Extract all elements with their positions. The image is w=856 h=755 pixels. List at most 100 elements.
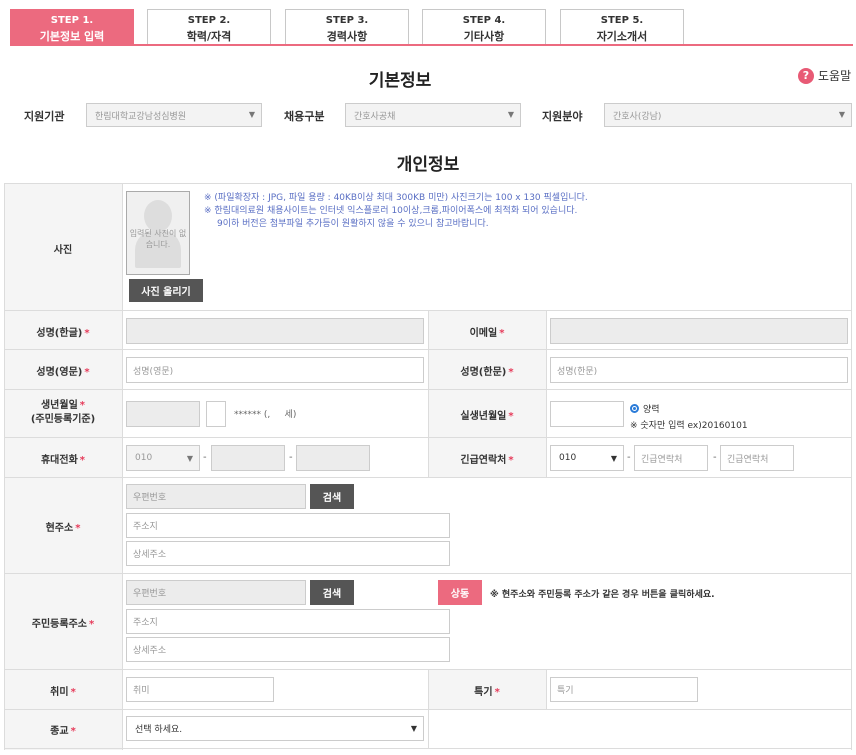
reg-addr-search-button[interactable]: 검색	[310, 580, 354, 605]
tab-step-number: STEP 5.	[600, 15, 644, 26]
same-address-button[interactable]: 상동	[438, 580, 482, 605]
birth-mask-text: ****** (, 세)	[234, 410, 297, 420]
tab-step-3[interactable]: STEP 3. 경력사항	[285, 9, 409, 45]
chevron-down-icon: ▼	[507, 110, 514, 119]
birth-label: 생년월일 * (주민등록기준)	[30, 400, 96, 425]
same-address-note: ※ 현주소와 주민등록 주소가 같은 경우 버튼을 클릭하세요.	[490, 590, 715, 600]
chevron-down-icon: ▼	[248, 110, 255, 119]
tab-label: 기본정보 입력	[39, 30, 105, 43]
tab-underline	[10, 44, 853, 46]
org-label: 지원기관	[24, 110, 65, 123]
field-select[interactable]: 간호사(강남) ▼	[604, 103, 852, 127]
tab-step-number: STEP 3.	[325, 15, 369, 26]
mobile-label: 휴대전화 *	[40, 455, 86, 466]
tab-step-number: STEP 4.	[462, 15, 506, 26]
birth-back-field[interactable]	[206, 401, 226, 427]
mobile-prefix-value: 010	[135, 453, 153, 463]
chevron-down-icon: ▼	[410, 724, 417, 733]
addr-search-button[interactable]: 검색	[310, 484, 354, 509]
upload-photo-button[interactable]: 사진 올리기	[129, 279, 203, 302]
tab-step-2[interactable]: STEP 2. 학력/자격	[147, 9, 271, 45]
emergency-last-field[interactable]: 긴급연락처	[720, 445, 794, 471]
help-link[interactable]: ? 도움말	[798, 67, 851, 84]
reg-addr2-field[interactable]: 상세주소	[126, 637, 450, 662]
tab-label: 경력사항	[326, 30, 368, 43]
chevron-down-icon: ▼	[610, 454, 617, 463]
name-kr-label: 성명(한글) *	[36, 328, 90, 339]
tab-label: 학력/자격	[186, 30, 232, 43]
reg-addr1-field[interactable]: 주소지	[126, 609, 450, 634]
table-border	[4, 573, 852, 574]
table-border	[4, 183, 852, 184]
solar-radio[interactable]	[630, 404, 639, 413]
email-label: 이메일 *	[469, 328, 505, 339]
hire-select[interactable]: 간호사공채 ▼	[345, 103, 521, 127]
photo-preview: 입력된 사진이 없습니다.	[126, 191, 190, 275]
photo-note-3: 9이하 버전은 첨부파일 추가등이 원활하지 않을 수 있으니 참고바랍니다.	[217, 219, 489, 229]
dash: -	[203, 452, 207, 463]
mobile-mid-field[interactable]	[211, 445, 285, 471]
mobile-prefix-select[interactable]: 010 ▼	[126, 445, 200, 471]
org-select-value: 한림대학교강남성심병원	[95, 111, 187, 122]
hire-select-value: 간호사공채	[354, 111, 396, 122]
field-select-value: 간호사(강남)	[613, 111, 662, 122]
table-border	[4, 183, 5, 750]
personal-info-title: 개인정보	[396, 155, 460, 175]
table-border	[546, 310, 547, 478]
hobby-field[interactable]: 취미	[126, 677, 274, 702]
religion-label: 종교 *	[50, 726, 76, 737]
emergency-prefix-select[interactable]: 010 ▼	[550, 445, 624, 471]
question-icon: ?	[798, 67, 814, 84]
tab-step-number: STEP 2.	[187, 15, 231, 26]
table-border	[546, 669, 547, 709]
photo-label: 사진	[53, 245, 73, 256]
emergency-mid-field[interactable]: 긴급연락처	[634, 445, 708, 471]
name-cn-field[interactable]: 성명(한문)	[550, 357, 848, 383]
emergency-prefix-value: 010	[559, 453, 577, 463]
basic-info-title: 기본정보	[368, 71, 432, 91]
table-border	[122, 183, 123, 750]
birth-hint: ※ 숫자만 입력 ex)20160101	[630, 421, 748, 431]
name-cn-label: 성명(한문) *	[460, 367, 514, 378]
reg-zip-field[interactable]: 우편번호	[126, 580, 306, 605]
org-select[interactable]: 한림대학교강남성심병원 ▼	[86, 103, 262, 127]
tab-label: 기타사항	[463, 30, 505, 43]
photo-placeholder: 입력된 사진이 없습니다.	[129, 229, 187, 249]
addr1-field[interactable]: 주소지	[126, 513, 450, 538]
field-label: 지원분야	[542, 110, 583, 123]
religion-select-value: 선택 하세요.	[135, 725, 183, 735]
table-border	[428, 669, 429, 749]
mobile-last-field[interactable]	[296, 445, 370, 471]
name-en-label: 성명(영문) *	[36, 367, 90, 378]
skill-label: 특기 *	[474, 687, 500, 698]
dash: -	[713, 452, 717, 463]
real-birth-field[interactable]	[550, 401, 624, 427]
real-birth-label: 실생년월일 *	[460, 411, 514, 422]
name-en-field[interactable]: 성명(영문)	[126, 357, 424, 383]
dash: -	[289, 452, 293, 463]
skill-field[interactable]: 특기	[550, 677, 698, 702]
dash: -	[627, 452, 631, 463]
religion-select[interactable]: 선택 하세요. ▼	[126, 716, 424, 741]
addr-label: 현주소 *	[45, 523, 81, 534]
tab-step-1[interactable]: STEP 1. 기본정보 입력	[10, 9, 134, 45]
tab-step-number: STEP 1.	[50, 15, 94, 26]
tab-step-5[interactable]: STEP 5. 자기소개서	[560, 9, 684, 45]
hobby-label: 취미 *	[50, 687, 76, 698]
chevron-down-icon: ▼	[838, 110, 845, 119]
solar-radio-label: 양력	[643, 405, 660, 415]
table-border	[851, 183, 852, 750]
help-label: 도움말	[818, 69, 852, 83]
hire-label: 채용구분	[284, 110, 325, 123]
birth-front-field[interactable]	[126, 401, 200, 427]
photo-note-2: ※ 한림대의료원 채용사이트는 인터넷 익스플로러 10이상,크롬,파이어폭스에…	[204, 206, 578, 216]
addr2-field[interactable]: 상세주소	[126, 541, 450, 566]
tab-label: 자기소개서	[596, 30, 648, 43]
name-kr-field[interactable]	[126, 318, 424, 344]
zip-field[interactable]: 우편번호	[126, 484, 306, 509]
email-field[interactable]	[550, 318, 848, 344]
reg-addr-label: 주민등록주소 *	[31, 619, 95, 630]
tab-step-4[interactable]: STEP 4. 기타사항	[422, 9, 546, 45]
emergency-label: 긴급연락처 *	[460, 455, 514, 466]
photo-note-1: ※ (파일확장자 : JPG, 파일 용량 : 40KB이상 최대 300KB …	[204, 193, 588, 203]
